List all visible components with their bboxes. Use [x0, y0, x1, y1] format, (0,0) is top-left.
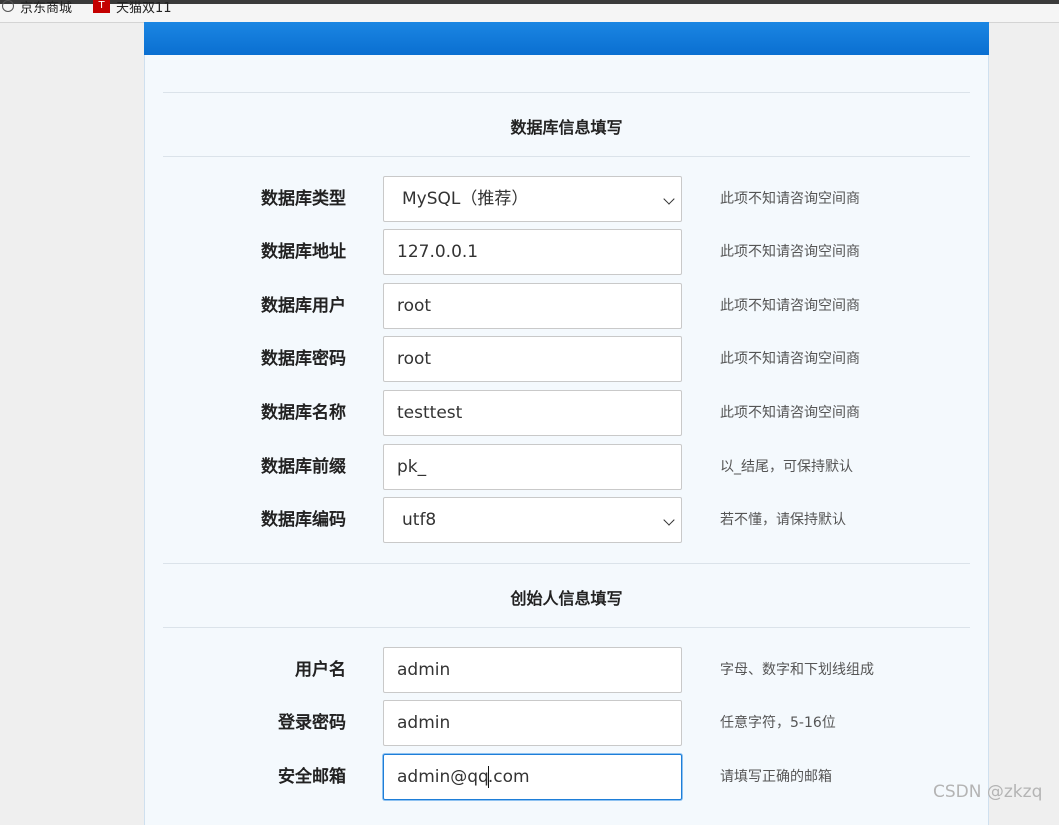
field-label: 登录密码: [278, 713, 346, 733]
select-value: utf8: [402, 510, 437, 530]
field-hint: 字母、数字和下划线组成: [720, 662, 874, 678]
field-label: 数据库类型: [261, 189, 346, 209]
field-hint: 此项不知请咨询空间商: [720, 405, 860, 421]
field-label: 数据库前缀: [261, 457, 346, 477]
db-name-input[interactable]: testtest: [383, 390, 682, 436]
field-label: 数据库用户: [261, 296, 346, 316]
field-hint: 请填写正确的邮箱: [720, 769, 832, 785]
field-hint: 以_结尾，可保持默认: [720, 459, 853, 475]
email-input[interactable]: admin@qq.com: [383, 754, 682, 800]
form-row-login-password: 登录密码 admin 任意字符，5-16位: [163, 700, 970, 746]
founder-section-title: 创始人信息填写: [510, 589, 623, 608]
bookmark-label: 京东商城: [20, 0, 73, 16]
field-hint: 若不懂，请保持默认: [720, 512, 846, 528]
email-value-end: .com: [487, 767, 530, 787]
form-row-db-charset: 数据库编码 utf8 若不懂，请保持默认: [163, 497, 970, 543]
divider: [163, 563, 970, 564]
csdn-watermark: CSDN @zkzq: [933, 782, 1043, 802]
bookmark-tmall[interactable]: T 天猫双11: [93, 0, 172, 16]
field-label: 用户名: [295, 660, 346, 680]
form-row-email: 安全邮箱 admin@qq.com 请填写正确的邮箱: [163, 754, 970, 800]
db-charset-select[interactable]: utf8: [383, 497, 682, 543]
field-hint: 此项不知请咨询空间商: [720, 244, 860, 260]
db-prefix-input[interactable]: pk_: [383, 444, 682, 490]
globe-icon: [2, 0, 14, 12]
chevron-down-icon: [663, 514, 675, 526]
field-hint: 任意字符，5-16位: [720, 715, 836, 731]
divider: [163, 627, 970, 628]
form-row-db-prefix: 数据库前缀 pk_ 以_结尾，可保持默认: [163, 444, 970, 490]
chevron-down-icon: [663, 193, 675, 205]
field-label: 数据库地址: [261, 242, 346, 262]
form-row-db-user: 数据库用户 root 此项不知请咨询空间商: [163, 283, 970, 329]
db-type-select[interactable]: MySQL（推荐）: [383, 176, 682, 222]
db-host-input[interactable]: 127.0.0.1: [383, 229, 682, 275]
field-hint: 此项不知请咨询空间商: [720, 298, 860, 314]
bookmark-jd[interactable]: 京东商城: [2, 0, 72, 16]
divider: [163, 156, 970, 157]
form-row-db-name: 数据库名称 testtest 此项不知请咨询空间商: [163, 390, 970, 436]
login-password-input[interactable]: admin: [383, 700, 682, 746]
bookmark-label: 天猫双11: [116, 0, 172, 16]
divider: [163, 92, 970, 93]
field-hint: 此项不知请咨询空间商: [720, 351, 860, 367]
field-label: 数据库密码: [261, 349, 346, 369]
db-password-input[interactable]: root: [383, 336, 682, 382]
database-section-title: 数据库信息填写: [510, 118, 623, 137]
field-label: 数据库名称: [261, 403, 346, 423]
field-hint: 此项不知请咨询空间商: [720, 191, 860, 207]
form-row-db-type: 数据库类型 MySQL（推荐） 此项不知请咨询空间商: [163, 176, 970, 222]
install-header-bar: [144, 22, 989, 55]
field-label: 数据库编码: [261, 510, 346, 530]
tmall-icon: T: [93, 0, 110, 13]
email-value-start: admin@qq: [397, 767, 489, 787]
username-input[interactable]: admin: [383, 647, 682, 693]
form-row-db-password: 数据库密码 root 此项不知请咨询空间商: [163, 336, 970, 382]
select-value: MySQL（推荐）: [402, 189, 529, 209]
db-user-input[interactable]: root: [383, 283, 682, 329]
form-row-db-host: 数据库地址 127.0.0.1 此项不知请咨询空间商: [163, 229, 970, 275]
form-row-username: 用户名 admin 字母、数字和下划线组成: [163, 647, 970, 693]
field-label: 安全邮箱: [278, 767, 346, 787]
bookmarks-bar: 京东商城 T 天猫双11: [0, 0, 1059, 23]
